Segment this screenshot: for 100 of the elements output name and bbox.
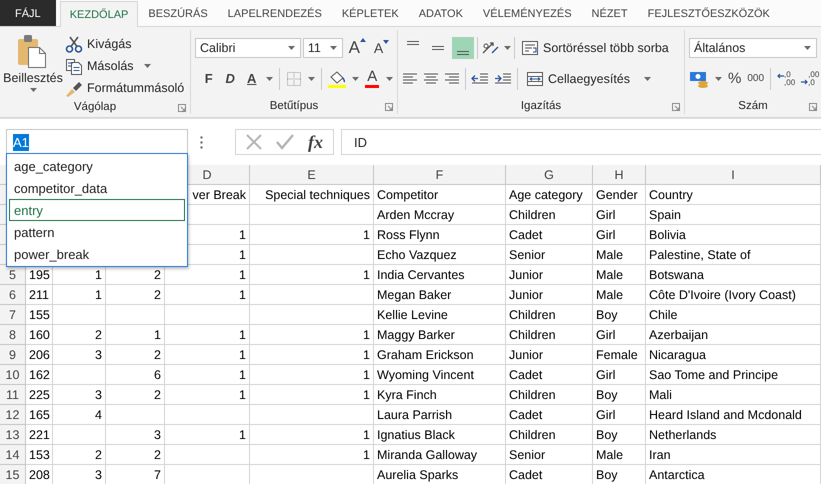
caret-icon[interactable] bbox=[30, 88, 36, 92]
table-cell bbox=[53, 425, 106, 445]
caret-icon[interactable] bbox=[352, 76, 358, 80]
underline-button[interactable]: A bbox=[244, 71, 260, 86]
table-cell: 2 bbox=[53, 445, 106, 465]
ribbon-tab[interactable]: KÉPLETEK bbox=[332, 0, 409, 26]
launcher-icon[interactable] bbox=[672, 103, 680, 111]
name-list-item[interactable]: entry bbox=[9, 199, 185, 221]
launcher-icon[interactable] bbox=[809, 103, 817, 111]
table-cell: 1 bbox=[106, 325, 165, 345]
wrap-text-button[interactable]: Sortöréssel több sorba bbox=[518, 36, 672, 58]
increase-indent-icon[interactable] bbox=[494, 72, 512, 86]
font-size-dropdown[interactable]: 11 bbox=[302, 38, 343, 58]
table-cell: 7 bbox=[106, 465, 165, 484]
group-label: Vágólap bbox=[74, 100, 116, 112]
more-options-icon[interactable] bbox=[200, 136, 203, 148]
format-painter-button[interactable]: Formátummásoló bbox=[62, 77, 188, 99]
table-cell: Senior bbox=[506, 245, 593, 265]
column-header[interactable]: G bbox=[506, 165, 593, 185]
table-cell: Boy bbox=[593, 385, 646, 405]
table-cell: 2 bbox=[106, 385, 165, 405]
column-header[interactable]: E bbox=[250, 165, 374, 185]
ribbon-tab[interactable]: BESZÚRÁS bbox=[138, 0, 218, 26]
caret-icon[interactable] bbox=[308, 76, 314, 80]
launcher-icon[interactable] bbox=[385, 103, 393, 111]
table-cell: Competitor bbox=[374, 185, 506, 205]
font-name-dropdown[interactable]: Calibri bbox=[195, 38, 301, 58]
scissors-icon bbox=[65, 36, 83, 52]
wrap-text-icon bbox=[521, 40, 539, 56]
table-cell: Male bbox=[593, 265, 646, 285]
cut-button[interactable]: Kivágás bbox=[62, 33, 188, 55]
table-cell: Ignatius Black bbox=[374, 425, 506, 445]
merge-cells-button[interactable]: Cellaegyesítés bbox=[523, 68, 654, 90]
row-header[interactable]: 11 bbox=[0, 385, 26, 405]
copy-button[interactable]: Másolás bbox=[62, 55, 188, 77]
column-header[interactable]: I bbox=[646, 165, 821, 185]
row-header[interactable]: 5 bbox=[0, 265, 26, 285]
align-center-icon[interactable] bbox=[423, 72, 439, 86]
orientation-icon[interactable] bbox=[481, 40, 501, 56]
table-cell: Male bbox=[593, 285, 646, 305]
table-cell: Special techniques bbox=[250, 185, 374, 205]
table-cell: Junior bbox=[506, 285, 593, 305]
table-cell: Kellie Levine bbox=[374, 305, 506, 325]
insert-function-button[interactable]: fx bbox=[308, 132, 323, 152]
italic-button[interactable]: D bbox=[222, 71, 238, 86]
currency-icon[interactable] bbox=[689, 70, 709, 88]
paste-button[interactable]: Beillesztés bbox=[4, 32, 62, 99]
caret-icon[interactable] bbox=[715, 76, 722, 80]
row-header[interactable]: 9 bbox=[0, 345, 26, 365]
ribbon-tab[interactable]: ADATOK bbox=[408, 0, 473, 26]
fill-color-icon[interactable] bbox=[328, 70, 346, 88]
align-right-icon[interactable] bbox=[444, 72, 460, 86]
caret-icon bbox=[288, 46, 295, 50]
caret-icon[interactable] bbox=[266, 76, 272, 80]
table-cell: Kyra Finch bbox=[374, 385, 506, 405]
table-cell: Girl bbox=[593, 325, 646, 345]
decrease-indent-icon[interactable] bbox=[471, 72, 489, 86]
decrease-decimal-button[interactable]: ,00 ,0 bbox=[801, 70, 820, 86]
percent-button[interactable]: % bbox=[728, 70, 742, 87]
table-cell: Girl bbox=[593, 365, 646, 385]
row-header[interactable]: 14 bbox=[0, 445, 26, 465]
table-cell: Gender bbox=[593, 185, 646, 205]
ribbon-tab[interactable]: FEJLESZTŐESZKÖZÖK bbox=[638, 0, 780, 26]
table-cell: 221 bbox=[26, 425, 53, 445]
number-format-dropdown[interactable]: Általános bbox=[689, 38, 817, 58]
row-header[interactable]: 7 bbox=[0, 305, 26, 325]
shrink-font-button[interactable]: A bbox=[374, 40, 393, 56]
table-cell: 1 bbox=[165, 285, 250, 305]
row-header[interactable]: 6 bbox=[0, 285, 26, 305]
caret-icon[interactable] bbox=[504, 46, 511, 50]
font-color-button[interactable]: A bbox=[364, 70, 380, 88]
row-header[interactable]: 15 bbox=[0, 465, 26, 484]
caret-icon[interactable] bbox=[386, 76, 393, 80]
ribbon-tab[interactable]: NÉZET bbox=[582, 0, 638, 26]
launcher-icon[interactable] bbox=[178, 104, 186, 112]
row-header[interactable]: 13 bbox=[0, 425, 26, 445]
table-cell: Children bbox=[506, 425, 593, 445]
grow-font-button[interactable]: A bbox=[348, 38, 368, 58]
bold-button[interactable]: F bbox=[201, 71, 216, 86]
increase-decimal-button[interactable]: ,0 ,00 bbox=[777, 70, 796, 86]
row-header[interactable]: 12 bbox=[0, 405, 26, 425]
file-tab[interactable]: FÁJL bbox=[0, 0, 56, 26]
column-header[interactable]: F bbox=[374, 165, 506, 185]
ribbon-tab[interactable]: VÉLEMÉNYEZÉS bbox=[472, 0, 582, 26]
thousands-button[interactable]: 000 bbox=[747, 73, 764, 84]
row-header[interactable]: 8 bbox=[0, 325, 26, 345]
table-cell: 1 bbox=[53, 285, 106, 305]
column-header[interactable]: H bbox=[593, 165, 646, 185]
table-cell: Male bbox=[593, 445, 646, 465]
ribbon-tab[interactable]: KEZDŐLAP bbox=[60, 1, 138, 27]
borders-icon[interactable] bbox=[286, 70, 302, 86]
ribbon-tab[interactable]: LAPELRENDEZÉS bbox=[218, 0, 332, 26]
formula-field[interactable]: ID bbox=[341, 129, 821, 155]
table-cell: 1 bbox=[165, 365, 250, 385]
row-header[interactable]: 10 bbox=[0, 365, 26, 385]
table-cell: Junior bbox=[506, 265, 593, 285]
table-cell: Netherlands bbox=[646, 425, 821, 445]
table-cell: 2 bbox=[106, 345, 165, 365]
align-bottom-button[interactable] bbox=[452, 36, 474, 58]
align-left-icon[interactable] bbox=[402, 72, 418, 86]
